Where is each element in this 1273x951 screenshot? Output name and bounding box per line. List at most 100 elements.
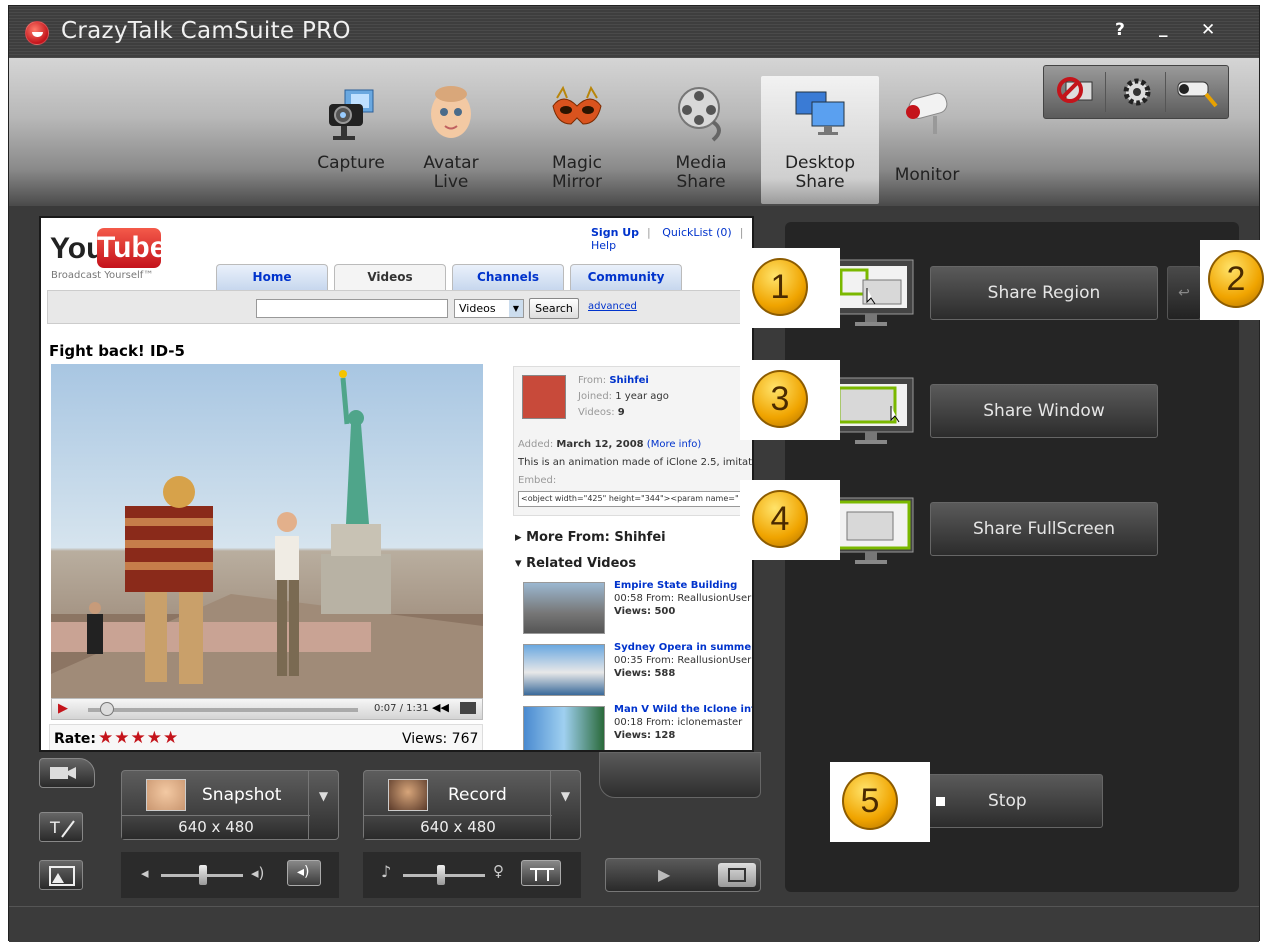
mic-volume-slider[interactable] (437, 865, 445, 885)
no-share-tool[interactable] (1048, 72, 1106, 112)
share-fullscreen-monitor[interactable] (827, 494, 917, 574)
youtube-search-select[interactable]: Videos ▼ (454, 299, 524, 318)
record-dropdown[interactable]: ▼ (550, 771, 580, 839)
playback-tab[interactable] (599, 752, 761, 798)
crazytalk-logo-icon (25, 21, 49, 45)
video-scrubber[interactable] (100, 702, 114, 716)
share-window-monitor[interactable] (827, 374, 917, 454)
volume-strip: ◂ ◂) ◂) (121, 852, 339, 898)
video-progress-track[interactable] (88, 708, 358, 712)
signup-link[interactable]: Sign Up (591, 226, 639, 239)
snapshot-resolution[interactable]: 640 x 480 (122, 815, 310, 839)
help-button[interactable]: ? (1115, 20, 1125, 40)
views-count: Views: 767 (402, 731, 479, 747)
help-link[interactable]: Help (591, 239, 616, 252)
image-tool-tab[interactable] (39, 860, 83, 890)
related-video-item[interactable]: Man V Wild the Iclone intro 00:18 From: … (521, 704, 754, 750)
snapshot-thumbnail (146, 779, 186, 811)
tab-channels[interactable]: Channels (452, 264, 564, 290)
uploader-avatar[interactable] (522, 375, 566, 419)
playback-controls: ▶ (605, 858, 761, 892)
more-info-link[interactable]: (More info) (647, 439, 702, 450)
tab-home[interactable]: Home (216, 264, 328, 290)
nav-avatar-live[interactable]: Avatar Live (401, 76, 501, 204)
webcam-wrench-icon (1177, 81, 1218, 108)
play-icon[interactable]: ▶ (58, 701, 68, 716)
open-folder-button[interactable] (718, 863, 756, 887)
youtube-search-bar: Videos ▼ Search advanced (47, 290, 747, 324)
fullscreen-icon[interactable] (460, 702, 476, 714)
tab-community[interactable]: Community (570, 264, 682, 290)
callout-number: 5 (842, 772, 898, 830)
stop-button[interactable]: Stop (915, 774, 1103, 828)
nav-monitor-label: Monitor (894, 165, 960, 185)
related-title: Man V Wild the Iclone intro (614, 704, 754, 715)
quicklist-link[interactable]: QuickList (0) (662, 226, 731, 239)
record-resolution[interactable]: 640 x 480 (364, 815, 552, 839)
record-thumbnail (388, 779, 428, 811)
advanced-link[interactable]: advanced (588, 301, 637, 312)
youtube-search-input[interactable] (256, 299, 448, 318)
chevron-down-icon: ▼ (318, 789, 329, 803)
settings-tool[interactable] (1108, 72, 1166, 112)
play-button[interactable]: ▶ (658, 865, 670, 884)
nav-desktop-share[interactable]: Desktop Share (761, 76, 879, 204)
related-meta: 00:18 From: iclonemaster (614, 717, 743, 728)
rating-stars[interactable]: ★★★★★ (98, 728, 179, 748)
callout-number: 1 (752, 258, 808, 316)
snapshot-dropdown[interactable]: ▼ (308, 771, 338, 839)
folder-icon (728, 868, 746, 882)
volume-icon[interactable]: ◀◀ (432, 701, 449, 714)
more-from-toggle[interactable]: ▸ More From: Shihfei (515, 530, 666, 545)
nav-capture[interactable]: Capture (301, 76, 401, 204)
tools-group (1043, 65, 1229, 119)
related-video-item[interactable]: Empire State Building 00:58 From: Reallu… (521, 580, 752, 640)
rating-bar: Rate: ★★★★★ Views: 767 (49, 724, 483, 750)
speaker-mute-button[interactable]: ◂) (287, 860, 321, 886)
speaker-high-icon: ◂) (251, 864, 265, 882)
search-select-value: Videos (459, 302, 496, 315)
mixer-icon (530, 868, 554, 881)
from-user-link[interactable]: Shihfei (609, 375, 648, 386)
nav-media-share[interactable]: Media Share (651, 76, 751, 204)
video-player[interactable] (51, 364, 483, 698)
close-button[interactable]: ✕ (1201, 20, 1215, 40)
callout-4: 4 (740, 480, 840, 560)
desktop-preview: You Tube Broadcast Yourself™ Sign Up | Qu… (39, 216, 754, 752)
title-bar[interactable]: CrazyTalk CamSuite PRO ? _ ✕ (9, 6, 1259, 58)
share-fullscreen-button[interactable]: Share FullScreen (930, 502, 1158, 556)
monitor-window-icon (828, 377, 914, 444)
tab-videos[interactable]: Videos (334, 264, 446, 290)
region-reselect-button[interactable]: ↩ (1167, 266, 1201, 320)
related-thumbnail (523, 706, 605, 750)
share-region-button[interactable]: Share Region (930, 266, 1158, 320)
camera-icon (329, 89, 374, 140)
record-button[interactable]: Record 640 x 480 ▼ (363, 770, 581, 840)
speaker-icon: ◂) (297, 864, 310, 880)
app-title: CrazyTalk CamSuite PRO (61, 18, 351, 44)
minimize-button[interactable]: _ (1159, 18, 1168, 38)
speaker-volume-slider[interactable] (199, 865, 207, 885)
desktop-monitors-icon (795, 91, 845, 135)
snapshot-button[interactable]: Snapshot 640 x 480 ▼ (121, 770, 339, 840)
share-region-monitor[interactable] (827, 256, 917, 336)
share-window-button[interactable]: Share Window (930, 384, 1158, 438)
youtube-logo-tube: Tube (97, 228, 166, 268)
youtube-search-button[interactable]: Search (529, 298, 579, 319)
added-value: March 12, 2008 (556, 439, 644, 450)
nav-monitor[interactable]: Monitor (877, 76, 977, 204)
camera-settings-tool[interactable] (1168, 72, 1226, 112)
video-info-box: From: Shihfei Joined: 1 year ago Videos:… (513, 366, 753, 516)
mask-icon (552, 85, 602, 125)
status-bar (9, 906, 1259, 942)
prohibited-monitor-icon (1057, 77, 1093, 103)
mixer-button[interactable] (521, 860, 561, 886)
embed-code-field[interactable]: <object width="425" height="344"><param … (518, 491, 752, 507)
video-description: This is an animation made of iClone 2.5,… (518, 457, 753, 468)
related-video-item[interactable]: Sydney Opera in summer 00:35 From: Reall… (521, 642, 752, 702)
related-videos-toggle[interactable]: ▾ Related Videos (515, 556, 636, 571)
youtube-tagline: Broadcast Yourself™ (51, 270, 154, 281)
text-tool-tab[interactable]: T (39, 812, 83, 842)
camera-mode-tab[interactable] (39, 758, 95, 788)
nav-magic-mirror[interactable]: Magic Mirror (527, 76, 627, 204)
